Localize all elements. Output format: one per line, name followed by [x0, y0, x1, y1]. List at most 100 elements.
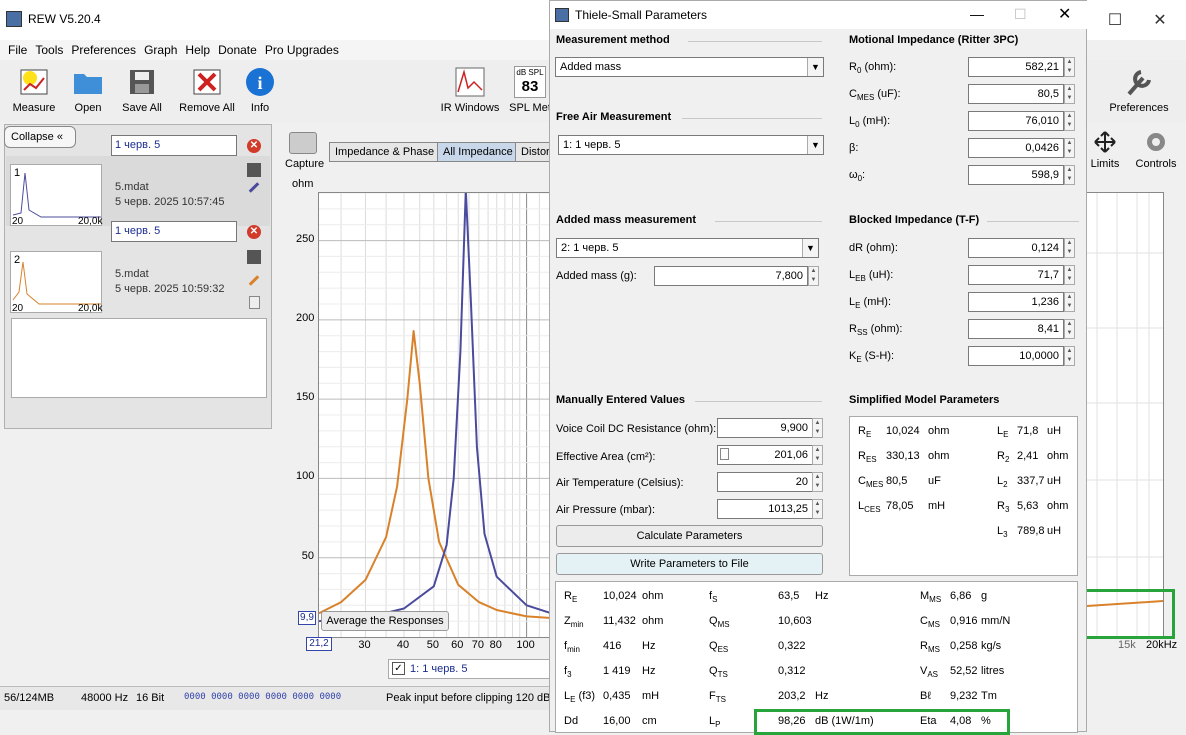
collapse-button[interactable]: Collapse «: [4, 126, 76, 148]
symbol: R: [997, 500, 1005, 512]
notes-icon[interactable]: [249, 296, 260, 309]
save-icon: [126, 66, 158, 98]
capture-label[interactable]: Capture: [285, 158, 324, 170]
save-all-button[interactable]: Save All: [118, 66, 166, 114]
air-pressure-label: Air Pressure (mbar):: [556, 504, 656, 516]
motional-spinner[interactable]: ▲ ▼: [1064, 111, 1075, 131]
impedance-graph[interactable]: [318, 188, 552, 638]
effective-area-input[interactable]: 201,06: [717, 445, 813, 465]
subscript: CES: [864, 505, 881, 515]
motional-value-field[interactable]: 76,010: [968, 111, 1064, 131]
subscript: 2: [1004, 455, 1010, 465]
tab-distortion[interactable]: Distor: [515, 142, 552, 162]
legend-checkbox[interactable]: ✓: [392, 662, 405, 675]
camera-icon[interactable]: [289, 132, 317, 154]
voice-coil-input[interactable]: 9,900: [717, 418, 813, 438]
motional-spinner[interactable]: ▲ ▼: [1064, 84, 1075, 104]
close-icon[interactable]: ✕: [1150, 10, 1170, 30]
status-bits-display: 0000 0000 0000 0000 0000 0000: [184, 692, 342, 702]
delete-measurement-2-icon[interactable]: ✕: [247, 225, 261, 239]
simplified-left-0-value: 10,024: [886, 425, 920, 437]
open-button[interactable]: Open: [68, 66, 108, 114]
param-motional-1-label: CMES (uF):: [849, 88, 901, 102]
tab-impedance-phase[interactable]: Impedance & Phase: [329, 142, 441, 162]
measurement-notes-area[interactable]: [11, 318, 267, 398]
added-mass-measurement-select[interactable]: 2: 1 черв. 5 ▼: [556, 238, 819, 258]
blocked-spinner[interactable]: ▲ ▼: [1064, 292, 1075, 312]
motional-value-field[interactable]: 0,0426: [968, 138, 1064, 158]
result-3-c-symbol: VAS: [920, 665, 938, 679]
calculate-parameters-button[interactable]: Calculate Parameters: [556, 525, 823, 547]
motional-value-field[interactable]: 582,21: [968, 57, 1064, 77]
y-min-field[interactable]: 9,9: [298, 611, 316, 625]
tab-all-impedance[interactable]: All Impedance: [437, 142, 519, 162]
air-pressure-spinner[interactable]: ▲ ▼: [812, 499, 823, 519]
status-bar: 56/124MB 48000 Hz 16 Bit 0000 0000 0000 …: [0, 686, 552, 710]
ir-windows-button[interactable]: IR Windows: [440, 66, 500, 114]
measurement-method-select[interactable]: Added mass ▼: [555, 57, 824, 77]
result-4-c-value: 9,232: [950, 690, 978, 702]
blocked-spinner[interactable]: ▲ ▼: [1064, 238, 1075, 258]
blocked-spinner[interactable]: ▲ ▼: [1064, 319, 1075, 339]
result-0-c-symbol: MMS: [920, 590, 941, 604]
menu-preferences[interactable]: Preferences: [71, 40, 136, 60]
motional-spinner[interactable]: ▲ ▼: [1064, 165, 1075, 185]
average-responses-button[interactable]: Average the Responses: [321, 611, 449, 631]
blocked-value-field[interactable]: 71,7: [968, 265, 1064, 285]
blocked-value-field[interactable]: 1,236: [968, 292, 1064, 312]
added-mass-spinner[interactable]: ▲ ▼: [808, 266, 819, 286]
controls-button[interactable]: Controls: [1134, 130, 1178, 170]
blocked-value-field[interactable]: 0,124: [968, 238, 1064, 258]
spl-meter-button[interactable]: dB SPL 83 SPL Met: [509, 66, 551, 114]
menu-donate[interactable]: Donate: [218, 40, 257, 60]
limits-button[interactable]: Limits: [1090, 130, 1120, 170]
menu-graph[interactable]: Graph: [144, 40, 177, 60]
calculator-icon[interactable]: [720, 448, 729, 460]
preferences-button[interactable]: Preferences: [1106, 66, 1172, 114]
air-pressure-input[interactable]: 1013,25: [717, 499, 813, 519]
blocked-spinner[interactable]: ▲ ▼: [1064, 265, 1075, 285]
result-1-b-value: 10,603: [778, 615, 812, 627]
info-button[interactable]: i Info: [244, 66, 276, 114]
symbol: M: [920, 590, 930, 602]
result-3-b-symbol: QTS: [709, 665, 728, 679]
measurement-name-input-1[interactable]: 1 черв. 5: [111, 135, 237, 156]
delete-measurement-1-icon[interactable]: ✕: [247, 139, 261, 153]
menu-tools[interactable]: Tools: [35, 40, 63, 60]
simplified-right-3-value: 5,63: [1017, 500, 1039, 512]
measure-button[interactable]: Measure: [8, 66, 60, 114]
dialog-maximize-icon[interactable]: ☐: [1014, 6, 1027, 23]
blocked-value-field[interactable]: 10,0000: [968, 346, 1064, 366]
air-temperature-input[interactable]: 20: [717, 472, 813, 492]
save-measurement-2-icon[interactable]: [247, 250, 261, 264]
maximize-icon[interactable]: ☐: [1105, 10, 1125, 30]
blocked-spinner[interactable]: ▲ ▼: [1064, 346, 1075, 366]
voice-coil-spinner[interactable]: ▲ ▼: [812, 418, 823, 438]
motional-spinner[interactable]: ▲ ▼: [1064, 138, 1075, 158]
menu-file[interactable]: File: [8, 40, 27, 60]
dialog-close-icon[interactable]: ✕: [1058, 4, 1071, 24]
unit: (ohm):: [861, 61, 897, 73]
y-unit-label: ohm: [292, 178, 314, 190]
effective-area-spinner[interactable]: ▲ ▼: [812, 445, 823, 465]
subscript: 3: [567, 670, 572, 680]
free-air-select[interactable]: 1: 1 черв. 5 ▼: [558, 135, 824, 155]
write-parameters-button[interactable]: Write Parameters to File: [556, 553, 823, 575]
simplified-left-1-value: 330,13: [886, 450, 920, 462]
result-2-c-unit: kg/s: [981, 640, 1002, 652]
dialog-minimize-icon[interactable]: —: [970, 6, 984, 22]
motional-spinner[interactable]: ▲ ▼: [1064, 57, 1075, 77]
voice-coil-label: Voice Coil DC Resistance (ohm):: [556, 423, 717, 435]
added-mass-input[interactable]: 7,800: [654, 266, 808, 286]
blocked-value-field[interactable]: 8,41: [968, 319, 1064, 339]
air-temperature-spinner[interactable]: ▲ ▼: [812, 472, 823, 492]
measurement-name-input-2[interactable]: 1 черв. 5: [111, 221, 237, 242]
motional-value-field[interactable]: 598,9: [968, 165, 1064, 185]
x-min-field[interactable]: 21,2: [306, 637, 332, 651]
save-measurement-1-icon[interactable]: [247, 163, 261, 177]
motional-value-field[interactable]: 80,5: [968, 84, 1064, 104]
unit: (S-H):: [861, 350, 895, 362]
remove-all-button[interactable]: Remove All: [176, 66, 238, 114]
menu-pro-upgrades[interactable]: Pro Upgrades: [265, 40, 339, 60]
menu-help[interactable]: Help: [185, 40, 210, 60]
